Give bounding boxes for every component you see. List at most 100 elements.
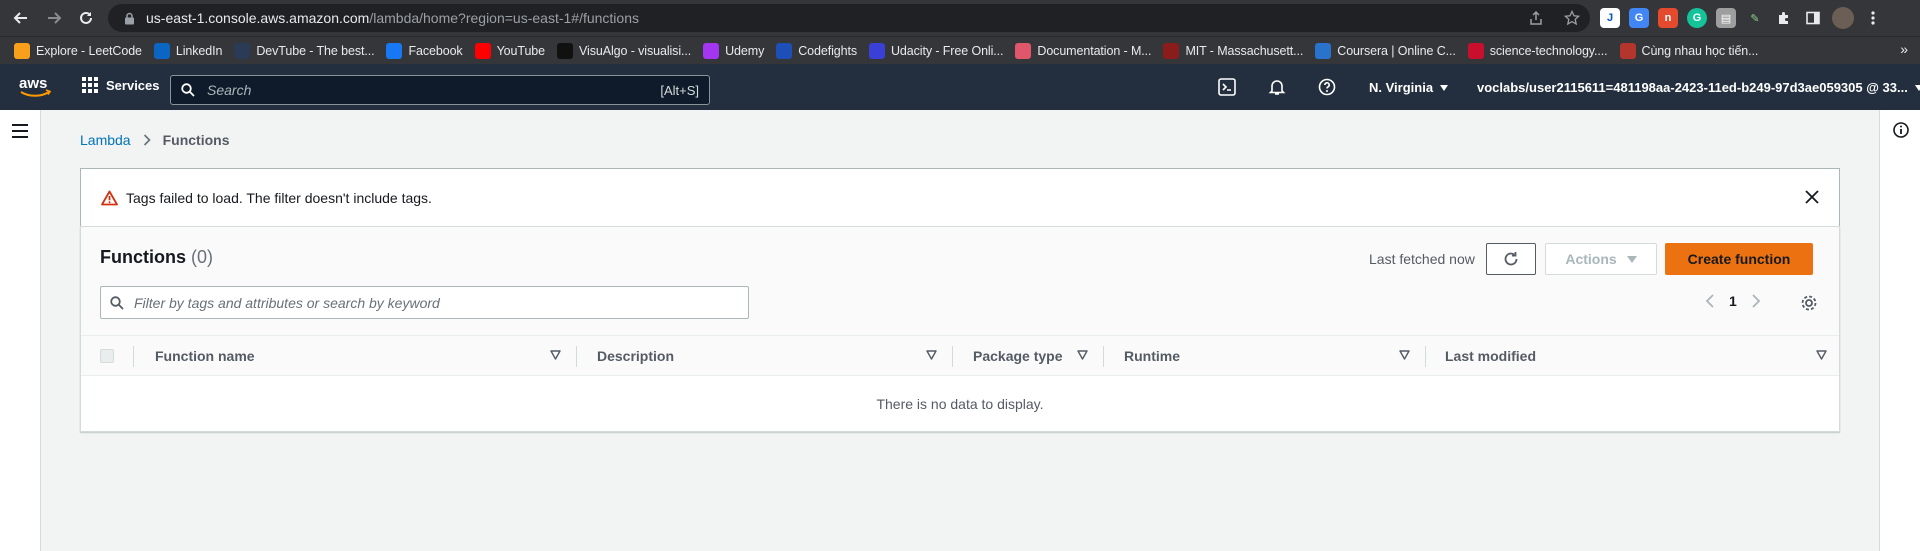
- dictionary-extension-icon[interactable]: ▤: [1716, 8, 1736, 28]
- bookmark-item[interactable]: Udemy: [703, 40, 764, 62]
- bookmark-label: Udemy: [725, 43, 765, 58]
- bookmark-item[interactable]: Coursera | Online C...: [1315, 40, 1456, 62]
- browser-menu-icon[interactable]: [1863, 8, 1883, 28]
- filter-input[interactable]: Filter by tags and attributes or search …: [100, 286, 749, 319]
- bookmark-item[interactable]: Codefights: [776, 40, 857, 62]
- refresh-icon: [1504, 252, 1518, 266]
- codefights-icon: [776, 42, 793, 59]
- puzzle-extensions-icon[interactable]: [1774, 8, 1794, 28]
- breadcrumb-lambda-link[interactable]: Lambda: [80, 132, 131, 148]
- gear-icon[interactable]: [1800, 294, 1818, 312]
- bookmark-label: DevTube - The best...: [256, 43, 375, 58]
- bookmark-item[interactable]: LinkedIn: [153, 40, 222, 62]
- reload-icon[interactable]: [75, 7, 97, 29]
- science-icon: [1467, 42, 1484, 59]
- region-selector[interactable]: N. Virginia: [1369, 80, 1449, 95]
- empty-state-message: There is no data to display.: [876, 396, 1044, 412]
- grammarly-extension-icon[interactable]: G: [1687, 8, 1707, 28]
- help-icon[interactable]: [1318, 78, 1336, 96]
- pen-extension-icon[interactable]: ✎: [1745, 8, 1765, 28]
- column-divider: [576, 346, 577, 367]
- notifications-bell-icon[interactable]: [1268, 78, 1286, 96]
- chevron-right-icon[interactable]: [1751, 294, 1761, 308]
- back-icon[interactable]: [10, 7, 32, 29]
- profile-avatar[interactable]: [1832, 7, 1854, 29]
- actions-label: Actions: [1565, 251, 1617, 267]
- devtube-icon: [234, 42, 251, 59]
- warning-icon: [101, 190, 118, 205]
- bookmark-label: science-technology....: [1489, 43, 1608, 58]
- column-divider: [1103, 346, 1104, 367]
- functions-heading: Functions (0): [100, 247, 213, 268]
- cloudshell-icon[interactable]: [1218, 78, 1236, 96]
- refresh-button[interactable]: [1486, 243, 1536, 275]
- sidepanel-icon[interactable]: [1803, 8, 1823, 28]
- udacity-icon: [868, 42, 885, 59]
- search-placeholder: Search: [207, 82, 252, 98]
- page-number[interactable]: 1: [1729, 293, 1737, 309]
- column-header-last-modified[interactable]: Last modified: [1445, 348, 1536, 364]
- bookmark-item[interactable]: Documentation - M...: [1015, 40, 1152, 62]
- bookmark-item[interactable]: Cùng nhau học tiến...: [1619, 40, 1758, 62]
- bookmark-item[interactable]: Facebook: [386, 40, 463, 62]
- trello-extension-icon[interactable]: n: [1658, 8, 1678, 28]
- jira-extension-icon[interactable]: J: [1600, 8, 1620, 28]
- translate-extension-icon[interactable]: G: [1629, 8, 1649, 28]
- close-icon[interactable]: [1805, 190, 1819, 204]
- mui-icon: [1015, 42, 1032, 59]
- bookmark-star-icon[interactable]: [1563, 9, 1581, 31]
- aws-logo[interactable]: aws: [18, 74, 52, 100]
- search-icon: [110, 295, 124, 310]
- bookmark-label: VisuAlgo - visualisi...: [579, 43, 692, 58]
- sort-icon[interactable]: [1399, 350, 1410, 360]
- info-icon[interactable]: [1893, 122, 1909, 138]
- url-path: /lambda/home?region=us-east-1#/functions: [369, 10, 639, 26]
- share-icon[interactable]: [1528, 10, 1544, 31]
- facebook-icon: [386, 42, 403, 59]
- chevron-right-icon: [143, 134, 151, 146]
- bookmark-item[interactable]: MIT - Massachusett...: [1163, 40, 1303, 62]
- table-header: Function name Description Package type R…: [81, 335, 1839, 376]
- actions-dropdown[interactable]: Actions: [1545, 243, 1657, 275]
- column-header-runtime[interactable]: Runtime: [1124, 348, 1180, 364]
- bookmark-item[interactable]: Explore - LeetCode: [14, 40, 142, 62]
- bookmark-item[interactable]: DevTube - The best...: [234, 40, 375, 62]
- url-text: us-east-1.console.aws.amazon.com/lambda/…: [146, 10, 639, 26]
- forward-icon[interactable]: [43, 7, 65, 29]
- sort-icon[interactable]: [926, 350, 937, 360]
- bookmark-item[interactable]: VisuAlgo - visualisi...: [557, 40, 691, 62]
- region-caret-icon: [1440, 84, 1449, 91]
- hamburger-menu-icon[interactable]: [12, 124, 28, 138]
- select-all-checkbox: [100, 349, 114, 363]
- sort-icon[interactable]: [550, 350, 561, 360]
- aws-search-input[interactable]: Search [Alt+S]: [170, 75, 710, 105]
- bookmark-item[interactable]: Udacity - Free Onli...: [868, 40, 1004, 62]
- functions-panel: Functions (0) Last fetched now Actions C…: [80, 226, 1840, 432]
- pagination: 1: [1705, 293, 1761, 309]
- chevron-left-icon[interactable]: [1705, 294, 1715, 308]
- mit-icon: [1163, 42, 1180, 59]
- bookmark-item[interactable]: YouTube: [474, 40, 545, 62]
- caret-down-icon: [1626, 255, 1637, 263]
- create-function-button[interactable]: Create function: [1665, 243, 1813, 275]
- tags-warning-alert: Tags failed to load. The filter doesn't …: [80, 168, 1840, 226]
- url-host: us-east-1.console.aws.amazon.com: [146, 10, 370, 26]
- address-bar[interactable]: us-east-1.console.aws.amazon.com/lambda/…: [108, 4, 1590, 32]
- lock-icon[interactable]: [122, 11, 136, 25]
- left-nav-rail: [0, 110, 41, 551]
- bookmark-label: Explore - LeetCode: [36, 43, 142, 58]
- services-label: Services: [106, 77, 160, 93]
- column-header-description[interactable]: Description: [597, 348, 674, 364]
- bookmark-item[interactable]: science-technology....: [1467, 40, 1608, 62]
- sort-icon[interactable]: [1077, 350, 1088, 360]
- column-header-function-name[interactable]: Function name: [155, 348, 255, 364]
- bookmarks-overflow-icon[interactable]: »: [1900, 41, 1908, 57]
- column-header-package-type[interactable]: Package type: [973, 348, 1063, 364]
- account-label: voclabs/user2115611=481198aa-2423-11ed-b…: [1477, 80, 1908, 95]
- udemy-icon: [703, 42, 720, 59]
- browser-toolbar: us-east-1.console.aws.amazon.com/lambda/…: [0, 0, 1920, 36]
- sort-icon[interactable]: [1816, 350, 1827, 360]
- services-menu[interactable]: Services: [82, 77, 160, 93]
- visualgo-icon: [557, 42, 574, 59]
- account-menu[interactable]: voclabs/user2115611=481198aa-2423-11ed-b…: [1477, 80, 1920, 95]
